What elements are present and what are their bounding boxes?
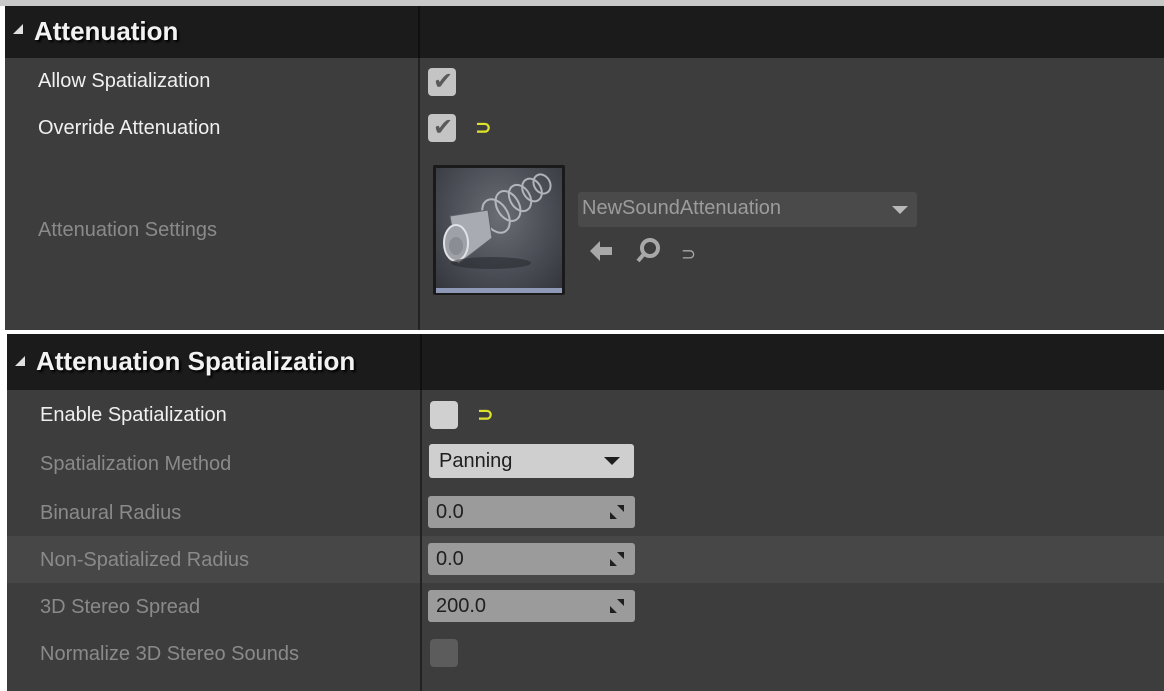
drag-spin-icon[interactable] <box>609 551 625 567</box>
check-icon: ✔ <box>433 114 454 141</box>
sound-attenuation-thumbnail-image <box>436 168 562 289</box>
reset-to-default-icon[interactable]: ⊃ <box>475 118 492 138</box>
asset-name: NewSoundAttenuation <box>582 197 782 219</box>
stereo-spread-input[interactable]: 200.0 <box>428 590 635 622</box>
column-splitter[interactable] <box>418 58 420 330</box>
spatialization-section-header[interactable]: Attenuation Spatialization <box>7 334 1164 390</box>
section-title: Attenuation <box>34 16 179 46</box>
drag-spin-icon[interactable] <box>609 598 625 614</box>
collapse-triangle-icon[interactable] <box>15 356 25 366</box>
asset-picker-combo[interactable]: NewSoundAttenuation <box>578 192 917 227</box>
collapse-triangle-icon[interactable] <box>13 24 23 34</box>
binaural-radius-input[interactable]: 0.0 <box>428 496 635 528</box>
speaker-cone-icon <box>443 173 552 269</box>
allow-spatialization-checkbox[interactable]: ✔ <box>428 68 456 96</box>
check-icon: ✔ <box>433 68 454 95</box>
attenuation-section-header[interactable]: Attenuation <box>5 6 1164 58</box>
header-divider <box>418 6 420 58</box>
asset-type-color-bar <box>436 288 562 293</box>
chevron-down-icon <box>892 206 908 214</box>
normalize-stereo-checkbox[interactable] <box>430 639 458 667</box>
override-attenuation-label: Override Attenuation <box>38 117 221 139</box>
binaural-radius-label: Binaural Radius <box>40 502 182 524</box>
enable-spatialization-checkbox[interactable] <box>430 401 458 429</box>
non-spatialized-radius-input[interactable]: 0.0 <box>428 543 635 575</box>
allow-spatialization-label: Allow Spatialization <box>38 70 211 92</box>
chevron-down-icon <box>604 457 620 465</box>
attenuation-spatialization-section: Attenuation Spatialization Enable Spatia… <box>7 334 1164 691</box>
drag-spin-icon[interactable] <box>609 504 625 520</box>
numeric-value: 200.0 <box>436 595 487 617</box>
reset-default-icon[interactable]: ⊃ <box>681 242 696 266</box>
use-selected-arrow-icon[interactable] <box>588 239 614 268</box>
attenuation-settings-label: Attenuation Settings <box>38 219 218 241</box>
attenuation-section: Attenuation Allow Spatialization ✔ Overr… <box>5 6 1164 330</box>
numeric-value: 0.0 <box>436 548 464 570</box>
normalize-stereo-label: Normalize 3D Stereo Sounds <box>40 643 300 665</box>
dropdown-value: Panning <box>439 450 513 472</box>
reset-to-default-icon[interactable]: ⊃ <box>477 405 494 425</box>
enable-spatialization-label: Enable Spatialization <box>40 404 227 426</box>
override-attenuation-checkbox[interactable]: ✔ <box>428 114 456 142</box>
stereo-spread-label: 3D Stereo Spread <box>40 596 201 618</box>
non-spatialized-radius-label: Non-Spatialized Radius <box>40 549 250 571</box>
browse-magnifier-icon[interactable] <box>635 237 661 268</box>
numeric-value: 0.0 <box>436 501 464 523</box>
header-divider <box>420 334 422 390</box>
section-title: Attenuation Spatialization <box>36 346 356 376</box>
asset-thumbnail[interactable] <box>433 165 565 295</box>
column-splitter[interactable] <box>420 390 422 691</box>
spatialization-method-dropdown[interactable]: Panning <box>429 444 634 478</box>
spatialization-method-label: Spatialization Method <box>40 453 232 475</box>
